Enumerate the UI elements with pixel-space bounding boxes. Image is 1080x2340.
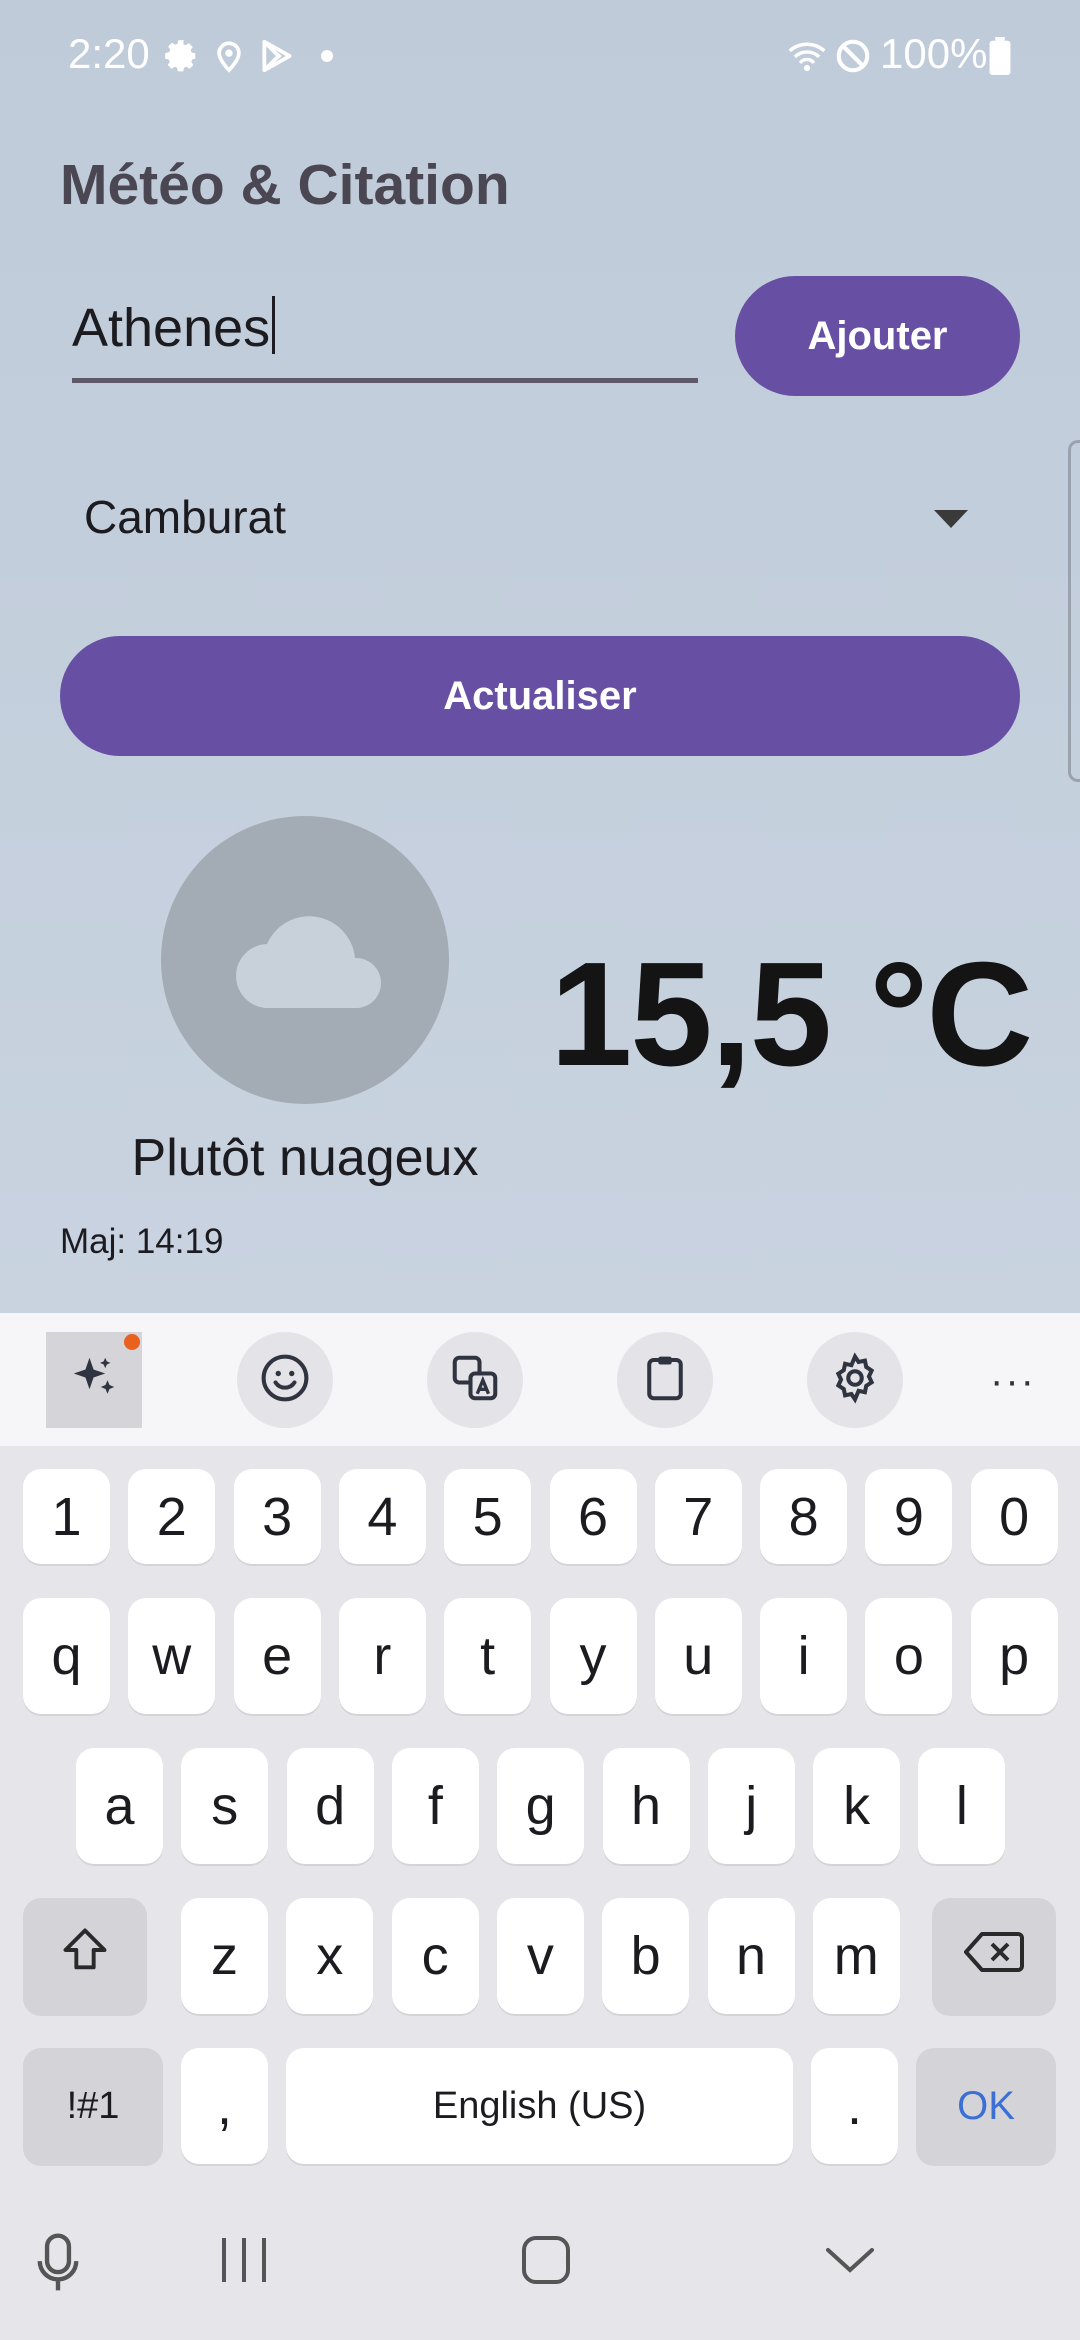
key-l[interactable]: l xyxy=(918,1748,1006,1864)
key-7[interactable]: 7 xyxy=(654,1469,742,1564)
backspace-key[interactable] xyxy=(932,1898,1056,2014)
key-5[interactable]: 5 xyxy=(444,1469,532,1564)
translate-icon xyxy=(448,1351,502,1410)
city-input[interactable]: Athenes xyxy=(72,290,698,383)
translate-button[interactable] xyxy=(427,1332,523,1428)
notification-dot xyxy=(124,1334,140,1350)
edge-panel-handle[interactable] xyxy=(1068,440,1080,782)
key-a[interactable]: a xyxy=(76,1748,163,1864)
back-chevron-down-icon[interactable] xyxy=(822,2232,878,2293)
key-z[interactable]: z xyxy=(181,1898,268,2014)
key-9[interactable]: 9 xyxy=(865,1469,953,1564)
wifi-icon xyxy=(786,34,828,78)
shift-key[interactable] xyxy=(23,1898,147,2014)
dot-icon xyxy=(320,34,334,78)
key-k[interactable]: k xyxy=(813,1748,901,1864)
refresh-button[interactable]: Actualiser xyxy=(60,636,1020,756)
key-u[interactable]: u xyxy=(654,1598,742,1714)
home-icon[interactable] xyxy=(520,2232,572,2293)
key-i[interactable]: i xyxy=(760,1598,848,1714)
add-city-button[interactable]: Ajouter xyxy=(735,276,1020,396)
play-store-icon xyxy=(258,34,296,78)
more-icon[interactable]: ··· xyxy=(990,1359,1036,1404)
battery-icon xyxy=(988,34,1012,78)
key-6[interactable]: 6 xyxy=(549,1469,637,1564)
key-y[interactable]: y xyxy=(549,1598,637,1714)
clipboard-button[interactable] xyxy=(617,1332,713,1428)
key-g[interactable]: g xyxy=(497,1748,585,1864)
key-0[interactable]: 0 xyxy=(970,1469,1058,1564)
key-n[interactable]: n xyxy=(707,1898,795,2014)
city-dropdown[interactable]: Camburat xyxy=(60,470,1020,570)
microphone-icon[interactable] xyxy=(36,2232,80,2299)
key-e[interactable]: e xyxy=(233,1598,321,1714)
key-b[interactable]: b xyxy=(602,1898,690,2014)
key-4[interactable]: 4 xyxy=(338,1469,426,1564)
weather-description: Plutôt nuageux xyxy=(131,1129,479,1187)
backspace-icon xyxy=(964,1925,1024,1987)
symbols-key[interactable]: !#1 xyxy=(23,2048,163,2164)
key-q[interactable]: q xyxy=(23,1598,110,1714)
space-key[interactable]: English (US) xyxy=(286,2048,793,2164)
recent-apps-icon[interactable] xyxy=(218,2232,270,2293)
ai-sparkle-button[interactable] xyxy=(46,1332,142,1428)
key-f[interactable]: f xyxy=(391,1748,479,1864)
key-d[interactable]: d xyxy=(286,1748,374,1864)
city-dropdown-value: Camburat xyxy=(84,491,286,543)
city-input-value[interactable]: Athenes xyxy=(72,296,276,359)
location-icon xyxy=(212,34,246,78)
key-8[interactable]: 8 xyxy=(760,1469,848,1564)
key-m[interactable]: m xyxy=(812,1898,900,2014)
period-key[interactable]: . xyxy=(811,2048,898,2164)
key-1[interactable]: 1 xyxy=(23,1469,110,1564)
text-cursor xyxy=(272,296,276,354)
keyboard: ··· 1234567890 qwertyuiop asdfghjkl zxcvbnm… xyxy=(0,1313,1080,2340)
key-s[interactable]: s xyxy=(181,1748,269,1864)
key-c[interactable]: c xyxy=(391,1898,479,2014)
comma-key[interactable]: , xyxy=(181,2048,268,2164)
last-updated: Maj: 14:19 xyxy=(60,1222,224,1261)
key-r[interactable]: r xyxy=(338,1598,426,1714)
temperature: 15,5 °C xyxy=(550,932,1033,1097)
key-3[interactable]: 3 xyxy=(233,1469,321,1564)
key-p[interactable]: p xyxy=(970,1598,1058,1714)
key-2[interactable]: 2 xyxy=(128,1469,216,1564)
key-h[interactable]: h xyxy=(602,1748,690,1864)
key-v[interactable]: v xyxy=(496,1898,584,2014)
key-w[interactable]: w xyxy=(128,1598,216,1714)
chevron-down-icon xyxy=(934,510,968,528)
key-o[interactable]: o xyxy=(865,1598,953,1714)
keyboard-settings-button[interactable] xyxy=(807,1332,903,1428)
settings-icon xyxy=(162,34,200,78)
key-x[interactable]: x xyxy=(286,1898,374,2014)
status-bar: 2:20 100% xyxy=(0,0,1080,115)
key-j[interactable]: j xyxy=(707,1748,795,1864)
battery-percent: 100% xyxy=(880,30,988,77)
weather-icon-circle xyxy=(161,816,449,1104)
key-t[interactable]: t xyxy=(444,1598,532,1714)
cloud-icon xyxy=(233,912,391,1017)
settings-icon xyxy=(828,1351,882,1410)
do-not-disturb-icon xyxy=(834,34,872,78)
status-time: 2:20 xyxy=(68,30,150,77)
page-title: Météo & Citation xyxy=(60,153,510,217)
emoji-button[interactable] xyxy=(237,1332,333,1428)
ai-sparkle-icon xyxy=(67,1351,121,1410)
shift-icon xyxy=(59,1924,111,1989)
clipboard-icon xyxy=(638,1351,692,1410)
keyboard-toolbar: ··· xyxy=(0,1313,1080,1446)
ok-key[interactable]: OK xyxy=(916,2048,1056,2164)
emoji-icon xyxy=(258,1351,312,1410)
navigation-bar xyxy=(0,2192,1080,2340)
